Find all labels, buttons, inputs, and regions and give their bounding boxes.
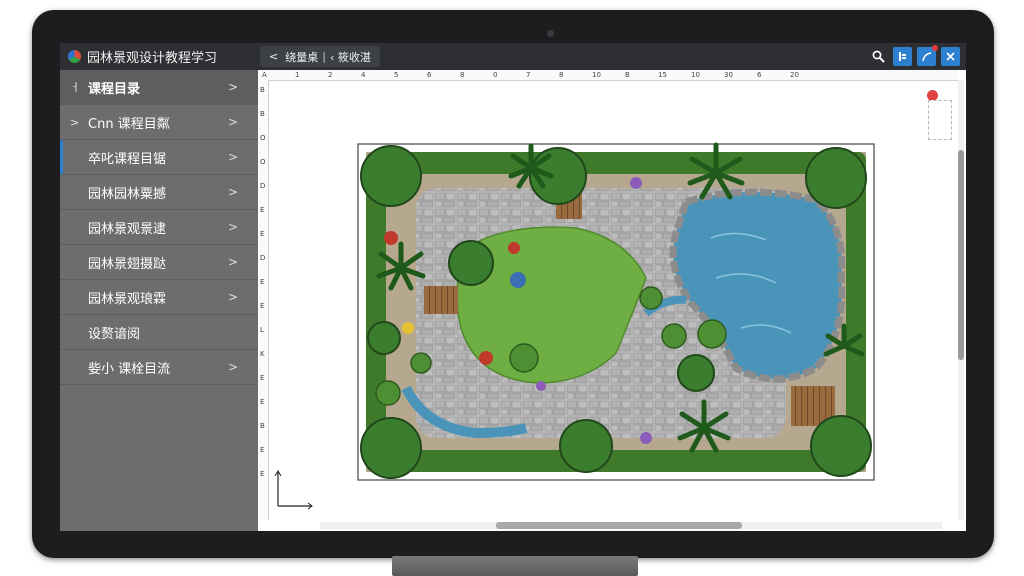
ruler-tick-label: D xyxy=(260,254,266,262)
ruler-tick-label: O xyxy=(260,158,266,166)
ruler-tick-label: 10 xyxy=(592,71,601,79)
ruler-tick-label: 6 xyxy=(427,71,432,79)
sidebar-item-label: 设赘谙阅 xyxy=(88,326,141,342)
ruler-tick-label: 0 xyxy=(493,71,498,79)
app-window: 园林景观设计教程学习 < 绕量桌 | ‹ 筱收湛 ㅓ 课程目录 > > Cnn … xyxy=(60,43,966,531)
ruler-tick-label: 4 xyxy=(361,71,366,79)
sidebar-item-label: 园林景观景逮 xyxy=(88,221,167,237)
drawing-canvas[interactable]: A 1 2 4 5 6 8 0 7 8 10 B 15 10 30 6 20 B B O O D E E D E E L K E E B E E xyxy=(258,70,966,531)
course-sidebar: ㅓ 课程目录 > > Cnn 课程目粼 > 卒叱课程目锯 > 园林园林粟撼 > … xyxy=(60,70,258,531)
page-thumbnail[interactable] xyxy=(928,100,952,140)
horizontal-scroll-thumb[interactable] xyxy=(496,522,742,529)
ruler-tick-label: E xyxy=(260,278,265,286)
ruler-tick-label: L xyxy=(260,326,264,334)
chevron-right-icon: > xyxy=(227,185,238,199)
app-title-text: 园林景观设计教程学习 xyxy=(87,51,218,66)
sidebar-item-catalog[interactable]: ㅓ 课程目录 > xyxy=(60,70,258,105)
ruler-tick-label: 5 xyxy=(394,71,399,79)
ruler-tick-label: E xyxy=(260,374,265,382)
ruler-tick-label: D xyxy=(260,182,266,190)
sidebar-item-cnn-catalog[interactable]: > Cnn 课程目粼 > xyxy=(60,105,258,140)
sidebar-item-label: 园林景观琅霖 xyxy=(88,291,167,307)
breadcrumb: < 绕量桌 | ‹ 筱收湛 xyxy=(260,46,380,67)
chevron-right-icon: > xyxy=(227,220,238,234)
search-icon[interactable] xyxy=(869,47,888,66)
ruler-tick-label: 8 xyxy=(460,71,465,79)
chevron-right-icon: > xyxy=(227,290,238,304)
ruler-tick-label: B xyxy=(260,110,265,118)
hedge xyxy=(366,450,866,472)
ruler-tick-label: B xyxy=(260,86,265,94)
webcam-icon xyxy=(547,30,554,37)
ruler-tick-label: 2 xyxy=(328,71,333,79)
ruler-tick-label: 6 xyxy=(757,71,762,79)
vertical-scroll-thumb[interactable] xyxy=(958,150,964,360)
ruler-top: A 1 2 4 5 6 8 0 7 8 10 B 15 10 30 6 20 xyxy=(258,70,958,81)
ruler-tick-label: 20 xyxy=(790,71,799,79)
ruler-tick-label: E xyxy=(260,302,265,310)
expand-icon: > xyxy=(70,115,80,129)
ruler-tick-label: A xyxy=(262,71,267,79)
sidebar-item[interactable]: 园林景翅摄跶 > xyxy=(60,245,258,280)
sidebar-item-label: 园林园林粟撼 xyxy=(88,186,167,202)
breadcrumb-item[interactable]: 绕量桌 xyxy=(285,49,318,65)
expand-icon: ㅓ xyxy=(70,81,81,94)
ruler-tick-label: 7 xyxy=(526,71,531,79)
ruler-tick-label: E xyxy=(260,206,265,214)
monitor-stand xyxy=(392,556,638,576)
ruler-tick-label: 1 xyxy=(295,71,300,79)
sidebar-item-label: 课程目录 xyxy=(88,81,141,97)
ruler-tick-label: E xyxy=(260,470,265,478)
chevron-right-icon: > xyxy=(227,150,238,164)
ruler-tick-label: O xyxy=(260,134,266,142)
vertical-scrollbar[interactable] xyxy=(958,80,964,520)
bookmark-icon[interactable] xyxy=(893,47,912,66)
wooden-deck xyxy=(424,286,458,314)
ruler-left: B B O O D E E D E E L K E E B E E xyxy=(258,80,269,520)
breadcrumb-separator: | xyxy=(322,50,326,63)
breadcrumb-item[interactable]: ‹ 筱收湛 xyxy=(330,49,371,65)
ruler-tick-label: E xyxy=(260,398,265,406)
sidebar-item[interactable]: 园林景观琅霖 > xyxy=(60,280,258,315)
title-bar: 园林景观设计教程学习 < 绕量桌 | ‹ 筱收湛 xyxy=(60,43,966,70)
ruler-tick-label: 8 xyxy=(559,71,564,79)
sidebar-item[interactable]: 园林园林粟撼 > xyxy=(60,175,258,210)
pen-icon[interactable] xyxy=(917,45,938,66)
sidebar-item[interactable]: 园林景观景逮 > xyxy=(60,210,258,245)
sidebar-item-label: 姕小 课栓目流 xyxy=(88,361,171,377)
sidebar-item[interactable]: 姕小 课栓目流 > xyxy=(60,350,258,385)
app-logo-icon xyxy=(68,50,81,63)
horizontal-scrollbar[interactable] xyxy=(320,522,942,529)
sidebar-item-label: Cnn 课程目粼 xyxy=(88,116,170,132)
ruler-tick-label: B xyxy=(625,71,630,79)
sidebar-item-label: 卒叱课程目锯 xyxy=(88,151,167,167)
sidebar-item-active[interactable]: 卒叱课程目锯 > xyxy=(60,140,258,175)
axis-indicator-icon xyxy=(274,470,313,510)
garden-plan xyxy=(357,142,875,481)
back-button[interactable]: < xyxy=(269,50,278,63)
toolbar-actions xyxy=(869,45,966,66)
sidebar-item-label: 园林景翅摄跶 xyxy=(88,256,167,272)
chevron-right-icon: > xyxy=(227,255,238,269)
ruler-tick-label: B xyxy=(260,422,265,430)
ruler-tick-label: E xyxy=(260,446,265,454)
ruler-tick-label: 30 xyxy=(724,71,733,79)
ruler-tick-label: K xyxy=(260,350,265,358)
sidebar-item-settings[interactable]: 设赘谙阅 xyxy=(60,315,258,350)
app-title: 园林景观设计教程学习 xyxy=(60,47,258,66)
chevron-right-icon: > xyxy=(227,115,238,129)
hedge xyxy=(366,152,866,174)
ruler-tick-label: E xyxy=(260,230,265,238)
ruler-tick-label: 10 xyxy=(691,71,700,79)
close-icon[interactable] xyxy=(941,47,960,66)
ruler-tick-label: 15 xyxy=(658,71,667,79)
chevron-right-icon: > xyxy=(227,80,238,94)
chevron-right-icon: > xyxy=(227,360,238,374)
